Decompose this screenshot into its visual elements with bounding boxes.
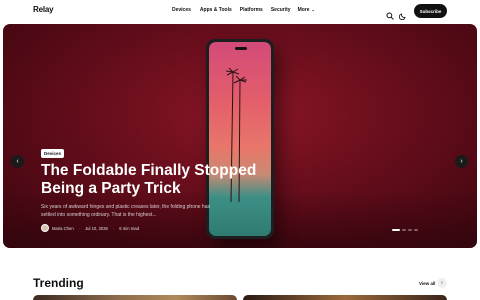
subscribe-button[interactable]: Subscribe — [414, 4, 447, 18]
nav-item-security[interactable]: Security — [271, 7, 291, 13]
carousel-dot[interactable] — [392, 229, 400, 231]
phone-screen — [209, 42, 271, 236]
carousel-indicators — [392, 229, 418, 231]
category-tag[interactable]: Devices — [41, 149, 65, 158]
arrow-right-icon[interactable]: › — [437, 278, 447, 288]
meta-separator: · — [78, 225, 81, 231]
publish-date: Jul 10, 2026 — [85, 225, 108, 231]
carousel-dot[interactable] — [402, 229, 406, 231]
carousel-dot[interactable] — [408, 229, 412, 231]
author-name[interactable]: Maria Chen — [52, 226, 74, 231]
prev-slide-button[interactable]: ‹ — [11, 155, 24, 168]
trending-card-image[interactable] — [33, 295, 237, 300]
nav-item-more[interactable]: More ⌄ — [298, 7, 315, 13]
meta-separator: · — [112, 225, 115, 231]
hero-title[interactable]: The Foldable Finally Stopped Being a Par… — [41, 162, 271, 198]
hero-excerpt: Six years of awkward hinges and plastic … — [41, 204, 210, 218]
dark-mode-icon[interactable] — [398, 7, 407, 21]
nav-item-more-label: More — [297, 7, 310, 13]
chevron-down-icon: ⌄ — [311, 7, 315, 12]
search-icon[interactable] — [386, 7, 394, 20]
author-avatar — [41, 224, 49, 232]
site-logo[interactable]: Relay — [33, 5, 54, 14]
next-slide-button[interactable]: › — [455, 155, 468, 168]
hero-phone-image — [206, 39, 274, 239]
trending-heading: Trending — [33, 276, 84, 290]
read-time: 6 min read — [119, 225, 140, 231]
palm-tree-illustration — [225, 67, 247, 203]
nav-item-apps-tools[interactable]: Apps & Tools — [200, 7, 232, 13]
view-all-link[interactable]: View all — [419, 281, 435, 286]
nav-item-platforms[interactable]: Platforms — [240, 7, 263, 13]
carousel-dot[interactable] — [414, 229, 418, 231]
main-nav: Devices Apps & Tools Platforms Security … — [172, 7, 315, 13]
site-header: Relay Devices Apps & Tools Platforms Sec… — [0, 0, 480, 22]
nav-item-devices[interactable]: Devices — [172, 7, 191, 13]
hero-carousel[interactable]: ‹ › Devices The Foldable Finally Stopped… — [3, 24, 477, 248]
article-meta: Maria Chen · Jul 10, 2026 · 6 min read — [41, 224, 139, 232]
trending-card-image[interactable] — [243, 295, 447, 300]
